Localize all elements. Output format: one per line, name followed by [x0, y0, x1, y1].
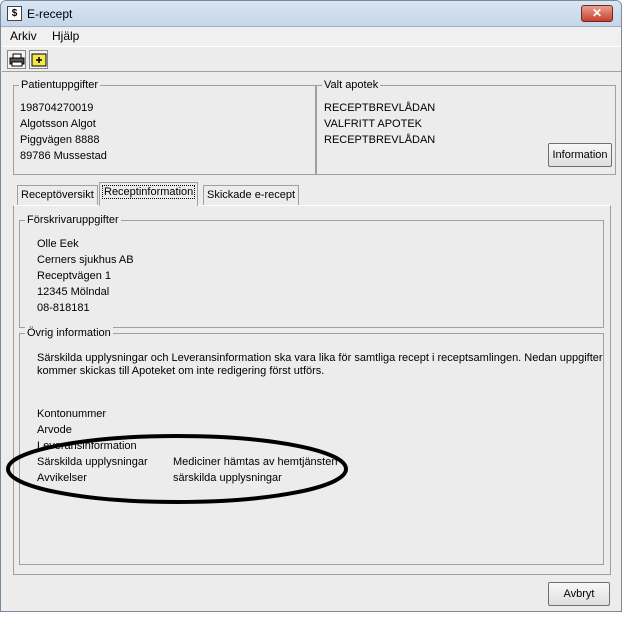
patient-group: Patientuppgifter 198704270019 Algotsson … [13, 79, 316, 175]
print-button[interactable] [7, 50, 26, 69]
tab-panel-receptinformation: Förskrivaruppgifter Olle Eek Cerners sju… [13, 205, 611, 575]
tab-receptinformation[interactable]: Receptinformation [99, 182, 199, 206]
tab-receptinformation-label: Receptinformation [101, 185, 196, 199]
pharmacy-line-1: RECEPTBREVLÅDAN [324, 102, 436, 114]
menu-hjalp[interactable]: Hjälp [52, 29, 79, 43]
toolbar [2, 46, 621, 72]
close-button[interactable]: ✕ [581, 5, 613, 22]
tab-receptoversikt[interactable]: Receptöversikt [17, 185, 98, 205]
patient-street: Piggvägen 8888 [20, 134, 100, 146]
app-icon: $ [7, 6, 22, 21]
patient-city: 89786 Mussestad [20, 150, 107, 162]
pharmacy-line-3: RECEPTBREVLÅDAN [324, 134, 436, 146]
prescriber-group: Förskrivaruppgifter Olle Eek Cerners sju… [19, 214, 604, 328]
prescriber-city: 12345 Mölndal [37, 286, 110, 298]
other-info-legend: Övrig information [25, 327, 113, 339]
prescriber-street: Receptvägen 1 [37, 270, 111, 282]
notice-line-2: kommer skickas till Apoteket om inte red… [37, 365, 325, 377]
pharmacy-legend: Valt apotek [322, 79, 381, 91]
kontonummer-label: Kontonummer [37, 408, 107, 420]
new-document-icon [31, 53, 47, 67]
cancel-button[interactable]: Avbryt [548, 582, 610, 606]
prescriber-phone: 08-818181 [37, 302, 90, 314]
tab-skickade-erecept[interactable]: Skickade e-recept [203, 185, 300, 205]
title-bar[interactable]: $ E-recept ✕ [1, 1, 621, 27]
prescriber-name: Olle Eek [37, 238, 79, 250]
pharmacy-group: Valt apotek RECEPTBREVLÅDAN VALFRITT APO… [316, 79, 616, 175]
menu-bar: Arkiv Hjälp [1, 28, 621, 46]
menu-arkiv[interactable]: Arkiv [10, 29, 37, 43]
printer-icon [9, 53, 25, 67]
pharmacy-line-2: VALFRITT APOTEK [324, 118, 423, 130]
prescriber-org: Cerners sjukhus AB [37, 254, 134, 266]
patient-name: Algotsson Algot [20, 118, 96, 130]
information-button[interactable]: Information [548, 143, 612, 167]
patient-id: 198704270019 [20, 102, 94, 114]
notice-line-1: Särskilda upplysningar och Leveransinfor… [37, 352, 603, 364]
prescriber-legend: Förskrivaruppgifter [25, 214, 121, 226]
app-window: $ E-recept ✕ Arkiv Hjälp Patientuppgifte… [0, 0, 622, 612]
new-document-button[interactable] [29, 50, 48, 69]
patient-legend: Patientuppgifter [19, 79, 101, 91]
annotation-ellipse [6, 434, 348, 504]
window-title: E-recept [27, 7, 73, 21]
